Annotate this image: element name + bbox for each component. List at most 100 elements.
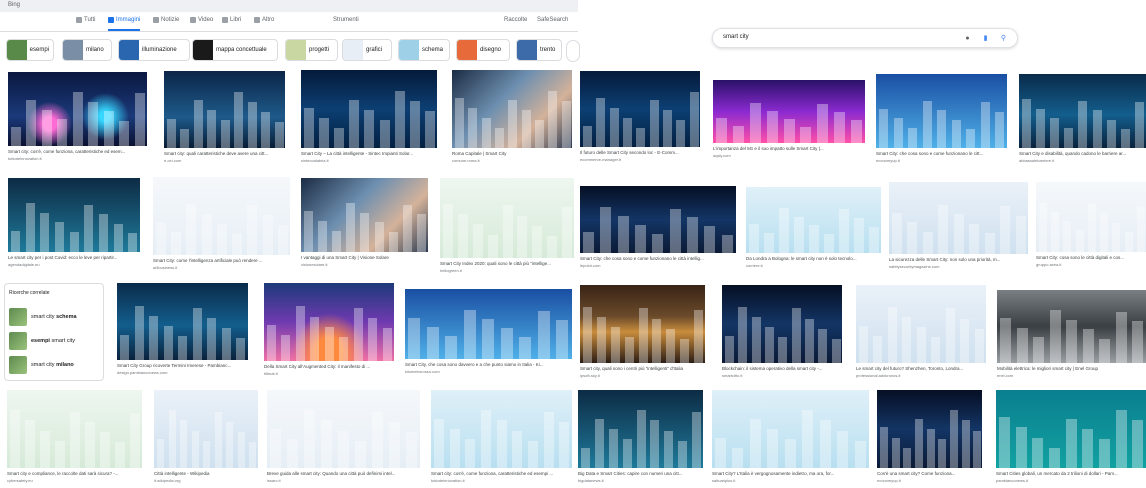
result-thumbnail[interactable] (996, 390, 1146, 468)
chip-milano[interactable]: milano (62, 39, 112, 61)
image-result[interactable]: Blockchain: il sistema operativo della s… (722, 285, 842, 383)
result-title[interactable]: Mobilità elettrica: le migliori smart ci… (997, 366, 1146, 372)
image-result[interactable]: L'importanza del 5G e il suo impatto sul… (713, 80, 865, 163)
chip-esempi[interactable]: esempi (6, 39, 54, 61)
result-thumbnail[interactable] (713, 80, 865, 143)
result-title[interactable]: Della Smart City all'Augmented City: il … (264, 364, 394, 370)
image-result[interactable]: Smart city, quali sono i centri più "int… (580, 285, 705, 383)
result-title[interactable]: La sicurezza delle Smart City: non solo … (889, 257, 1028, 263)
result-title[interactable]: Smart City? L'Italia è vergognosamente i… (712, 471, 869, 477)
result-thumbnail[interactable] (997, 290, 1146, 363)
image-result[interactable]: Roma Capitale | Smart City comune.roma.it (452, 70, 572, 168)
image-result[interactable]: Smart City: come l'intelligenza artifici… (153, 177, 290, 275)
image-result[interactable]: Mobilità elettrica: le migliori smart ci… (997, 290, 1146, 383)
result-thumbnail[interactable] (1036, 182, 1146, 252)
result-title[interactable]: Cos'è una smart city? Come funziona... (877, 471, 982, 477)
result-title[interactable]: Città intelligente - Wikipedia (154, 471, 258, 477)
related-item[interactable]: esempi smart city (9, 332, 103, 350)
chip-disegno[interactable]: disegno (456, 39, 510, 61)
search-input[interactable]: smart city (723, 34, 749, 40)
result-title[interactable]: Smart City: che cosa sono e come funzion… (580, 256, 736, 262)
result-thumbnail[interactable] (440, 178, 574, 258)
camera-icon[interactable]: ● (963, 34, 972, 43)
tab-libri[interactable]: Libri (222, 17, 241, 23)
microphone-icon[interactable]: ▮ (981, 34, 990, 43)
result-title[interactable]: Smart City Group ricoverte Termini Imere… (117, 363, 248, 369)
image-result[interactable]: Smart City, che cosa sono davvero e a ch… (405, 289, 572, 379)
result-title[interactable]: Il futuro delle Smart City secondo loc -… (580, 150, 700, 156)
image-result[interactable]: Smart Cities globali, un mercato da 2 tr… (996, 390, 1146, 488)
tab-video[interactable]: Video (190, 17, 213, 23)
image-result[interactable]: Città intelligente - Wikipedia it.wikiped… (154, 390, 258, 488)
result-title[interactable]: Smart City: che cosa sono e come funzion… (876, 151, 1007, 157)
result-thumbnail[interactable] (722, 285, 842, 363)
result-title[interactable]: Smart city: cos'è, come funziona, caratt… (8, 149, 147, 155)
result-thumbnail[interactable] (1019, 74, 1146, 148)
result-thumbnail[interactable] (431, 390, 572, 468)
result-title[interactable]: Smart City Index 2020: quali sono le cit… (440, 261, 574, 267)
image-result[interactable]: Della Smart City all'Augmented City: il … (264, 283, 394, 381)
result-thumbnail[interactable] (154, 390, 258, 468)
image-result[interactable]: Smart City: che cosa sono e come funzion… (876, 74, 1007, 168)
tab-immagini[interactable]: Immagini (108, 17, 141, 31)
result-title[interactable]: I vantaggi di una Smart City | Visione S… (301, 255, 428, 261)
chip-scroll-button[interactable] (566, 40, 580, 62)
brand-logo[interactable]: Bing (8, 2, 20, 8)
result-title[interactable]: L'importanza del 5G e il suo impatto sul… (713, 146, 865, 152)
chip-trento[interactable]: trento (516, 39, 562, 61)
image-result[interactable]: Le smart city per i post Covid: ecco le … (8, 178, 140, 272)
image-result[interactable]: Da Londra a Bologna: le smart city non è… (746, 187, 881, 273)
tab-tutti[interactable]: Tutti (76, 17, 95, 23)
result-title[interactable]: Smart city, quali sono i centri più "int… (580, 366, 705, 372)
result-thumbnail[interactable] (164, 71, 285, 148)
result-title[interactable]: Smart City, che cosa sono davvero e a ch… (405, 362, 572, 368)
image-result[interactable]: Breve guida alle smart city: Quando una … (267, 390, 420, 488)
result-title[interactable]: Roma Capitale | Smart City (452, 151, 572, 157)
tab-notizie[interactable]: Notizie (153, 17, 179, 23)
image-result[interactable]: Smart City – La città intelligente - Sin… (301, 70, 437, 168)
related-item[interactable]: smart city milano (9, 356, 103, 374)
image-result[interactable]: Big Data e Smart Cities: capire con nume… (578, 390, 703, 488)
result-title[interactable]: Le smart city per i post Covid: ecco le … (8, 255, 140, 261)
result-thumbnail[interactable] (8, 72, 147, 146)
result-title[interactable]: Smart city e compliance, le raccolte dat… (7, 471, 142, 477)
image-result[interactable]: Smart city: cos'è, come funziona, caratt… (431, 390, 572, 488)
result-title[interactable]: Blockchain: il sistema operativo della s… (722, 366, 842, 372)
image-result[interactable]: Smart city e compliance, le raccolte dat… (7, 390, 142, 488)
result-thumbnail[interactable] (301, 70, 437, 148)
chip-schema[interactable]: schema (398, 39, 450, 61)
result-title[interactable]: Smart City: cosa sono le città digitali … (1036, 255, 1146, 261)
result-title[interactable]: Smart City – La città intelligente - Sin… (301, 151, 437, 157)
related-item[interactable]: smart city schema (9, 308, 103, 326)
result-thumbnail[interactable] (889, 182, 1028, 254)
result-title[interactable]: Smart city: cos'è, come funziona, caratt… (431, 471, 572, 477)
search-box[interactable]: smart city ● ▮ ⚲ (712, 28, 1018, 48)
result-title[interactable]: Smart Cities globali, un mercato da 2 tr… (996, 471, 1146, 477)
result-thumbnail[interactable] (8, 178, 140, 252)
image-result[interactable]: Cos'è una smart city? Come funziona... ec… (877, 390, 982, 488)
result-title[interactable]: Breve guida alle smart city: Quando una … (267, 471, 420, 477)
result-thumbnail[interactable] (746, 187, 881, 253)
chip-progetti[interactable]: progetti (285, 39, 338, 61)
image-result[interactable]: Smart city: cos'è, come funziona, caratt… (8, 72, 147, 166)
result-title[interactable]: Smart City: come l'intelligenza artifici… (153, 258, 290, 264)
image-result[interactable]: Smart city: quali caratteristiche deve a… (164, 71, 285, 168)
result-thumbnail[interactable] (405, 289, 572, 359)
image-result[interactable]: Smart City Group ricoverte Termini Imere… (117, 283, 248, 380)
result-thumbnail[interactable] (452, 70, 572, 148)
result-thumbnail[interactable] (580, 285, 705, 363)
tab-altro[interactable]: Altro (254, 17, 274, 23)
result-title[interactable]: Big Data e Smart Cities: capire con nume… (578, 471, 703, 477)
result-title[interactable]: Smart City e disabilità, quando cadono l… (1019, 151, 1146, 157)
image-result[interactable]: Smart City Index 2020: quali sono le cit… (440, 178, 574, 278)
image-result[interactable]: Il futuro delle Smart City secondo loc -… (580, 71, 700, 167)
collections-button[interactable]: Raccolte (504, 17, 527, 23)
result-thumbnail[interactable] (301, 178, 428, 252)
safesearch-button[interactable]: SafeSearch (537, 17, 568, 23)
result-thumbnail[interactable] (264, 283, 394, 361)
chip-mappa-concettuale[interactable]: mappa concettuale (192, 39, 278, 61)
result-thumbnail[interactable] (580, 71, 700, 147)
chip-grafici[interactable]: grafici (342, 39, 392, 61)
image-result[interactable]: I vantaggi di una Smart City | Visione S… (301, 178, 428, 272)
result-title[interactable]: Smart city: quali caratteristiche deve a… (164, 151, 285, 157)
